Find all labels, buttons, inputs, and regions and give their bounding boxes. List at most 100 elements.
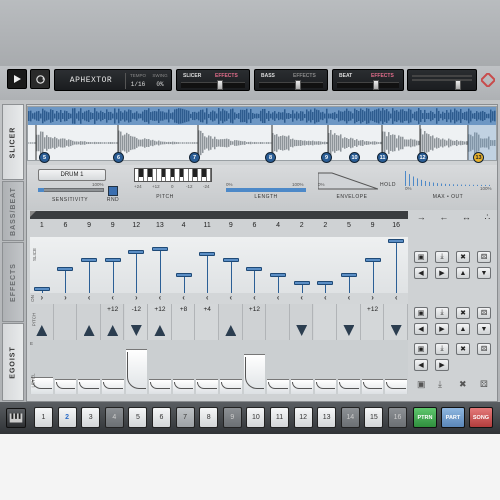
- slice-marker[interactable]: 6: [113, 152, 124, 163]
- pattern-button[interactable]: 13: [317, 407, 337, 428]
- bass-fader-knob[interactable]: [295, 80, 301, 90]
- pitch-lane[interactable]: +12 -12 +12 +8 +4 +12 +12: [30, 306, 408, 320]
- pattern-button[interactable]: 3: [81, 407, 101, 428]
- copy-button[interactable]: ▣: [414, 343, 428, 355]
- envelope-lane[interactable]: [30, 322, 408, 340]
- envelope-down-icon[interactable]: [296, 325, 308, 336]
- song-name[interactable]: APHEXTOR: [61, 76, 121, 85]
- slice-marker[interactable]: 11: [377, 152, 388, 163]
- beat-fader-knob[interactable]: [373, 80, 379, 90]
- copy-icon[interactable]: ▣: [417, 379, 426, 390]
- pattern-button[interactable]: 7: [175, 407, 195, 428]
- bass-channel[interactable]: BASS EFFECTS: [254, 69, 328, 91]
- on-toggle[interactable]: ‹: [172, 293, 196, 302]
- pattern-button[interactable]: 8: [199, 407, 219, 428]
- pattern-button[interactable]: 1: [34, 407, 53, 428]
- loop-button[interactable]: [30, 69, 50, 89]
- pattern-button[interactable]: 4: [104, 407, 124, 428]
- on-toggle[interactable]: ‹: [290, 293, 314, 302]
- pattern-button[interactable]: 5: [128, 407, 148, 428]
- expand-arrow[interactable]: ↔: [462, 212, 471, 222]
- slice-handle[interactable]: [151, 246, 168, 251]
- pattern-button[interactable]: 12: [293, 407, 313, 428]
- dice-button[interactable]: ⚄: [477, 307, 491, 319]
- right-button[interactable]: ▶: [435, 267, 449, 279]
- on-toggle[interactable]: ‹: [77, 293, 101, 302]
- pattern-button[interactable]: 11: [270, 407, 289, 428]
- on-toggle[interactable]: ‹: [243, 293, 267, 302]
- song-mode-button[interactable]: SONG: [469, 407, 493, 428]
- envelope-down-icon[interactable]: [343, 325, 355, 336]
- pattern-button[interactable]: 9: [222, 407, 242, 428]
- paste-button[interactable]: ⤓: [435, 307, 449, 319]
- master-knob[interactable]: [455, 80, 461, 90]
- on-toggle[interactable]: ‹: [384, 293, 408, 302]
- maxout-graphic[interactable]: [405, 170, 493, 186]
- on-toggle[interactable]: ‹: [337, 293, 361, 302]
- right-button[interactable]: ▶: [435, 323, 449, 335]
- part-mode-button[interactable]: PART: [441, 407, 465, 428]
- on-toggle[interactable]: ‹: [195, 293, 219, 302]
- random-arrow[interactable]: ∴: [484, 212, 490, 223]
- slice-handle[interactable]: [57, 266, 74, 271]
- slice-marker[interactable]: 7: [189, 152, 200, 163]
- pattern-button[interactable]: 15: [364, 407, 384, 428]
- tab-egoist[interactable]: EGOIST: [2, 323, 24, 401]
- envelope-up-icon[interactable]: [225, 325, 237, 336]
- slice-handle[interactable]: [317, 281, 334, 286]
- pattern-button[interactable]: 10: [246, 407, 266, 428]
- left-button[interactable]: ◀: [414, 267, 428, 279]
- slice-marker[interactable]: 10: [349, 152, 360, 163]
- clear-icon[interactable]: ✖: [459, 379, 467, 390]
- swing-value[interactable]: 0%: [149, 81, 171, 88]
- envelope-down-icon[interactable]: [390, 325, 402, 336]
- clear-button[interactable]: ✖: [456, 251, 470, 263]
- slice-handle[interactable]: [388, 239, 405, 243]
- shift-right-arrow[interactable]: →: [417, 212, 426, 222]
- up-button[interactable]: ▲: [456, 267, 470, 279]
- envelope-up-icon[interactable]: [83, 325, 95, 336]
- slice-marker[interactable]: 5: [39, 152, 50, 163]
- dice-button[interactable]: ⚄: [477, 343, 491, 355]
- on-toggle[interactable]: ‹: [314, 293, 338, 302]
- beat-effects-label[interactable]: EFFECTS: [371, 73, 394, 79]
- down-button[interactable]: ▼: [477, 323, 491, 335]
- tempo-value[interactable]: 1/16: [127, 81, 149, 88]
- keyboard-button[interactable]: [6, 408, 26, 428]
- dice-icon[interactable]: ⚄: [480, 379, 488, 390]
- slice-handle[interactable]: [222, 258, 239, 263]
- envelope-up-icon[interactable]: [154, 325, 166, 336]
- slice-marker[interactable]: 13: [473, 152, 484, 163]
- drum-select[interactable]: DRUM 1: [38, 169, 106, 181]
- slice-handle[interactable]: [293, 281, 310, 286]
- slice-handle[interactable]: [128, 249, 145, 254]
- slice-marker[interactable]: 8: [265, 152, 276, 163]
- on-toggle[interactable]: ‹: [219, 293, 243, 302]
- envelope-graphic[interactable]: [318, 169, 378, 191]
- right-button[interactable]: ▶: [435, 359, 449, 371]
- copy-button[interactable]: ▣: [414, 307, 428, 319]
- paste-icon[interactable]: ⤓: [438, 379, 442, 390]
- beat-channel[interactable]: BEAT EFFECTS: [332, 69, 404, 91]
- slice-handle[interactable]: [104, 258, 121, 263]
- slice-handle[interactable]: [270, 272, 287, 277]
- pitch-value[interactable]: +4: [195, 306, 219, 313]
- down-button[interactable]: ▼: [477, 267, 491, 279]
- left-button[interactable]: ◀: [414, 359, 428, 371]
- pitch-keyboard[interactable]: [134, 168, 212, 182]
- level-lane[interactable]: [30, 340, 408, 394]
- on-toggle[interactable]: ‹: [148, 293, 172, 302]
- slice-marker[interactable]: 9: [321, 152, 332, 163]
- rnd-dice-icon[interactable]: [108, 186, 118, 196]
- pitch-value[interactable]: +12: [148, 306, 172, 313]
- paste-button[interactable]: ⤓: [435, 343, 449, 355]
- pitch-value[interactable]: +8: [172, 306, 196, 313]
- pattern-button[interactable]: 16: [388, 407, 407, 428]
- left-button[interactable]: ◀: [414, 323, 428, 335]
- on-toggle[interactable]: ›: [54, 293, 78, 302]
- sensitivity-slider[interactable]: [38, 188, 104, 192]
- slice-handle[interactable]: [175, 272, 192, 277]
- pitch-value[interactable]: -12: [125, 306, 149, 313]
- on-toggle[interactable]: ›: [361, 293, 385, 302]
- pattern-button[interactable]: 6: [152, 407, 171, 428]
